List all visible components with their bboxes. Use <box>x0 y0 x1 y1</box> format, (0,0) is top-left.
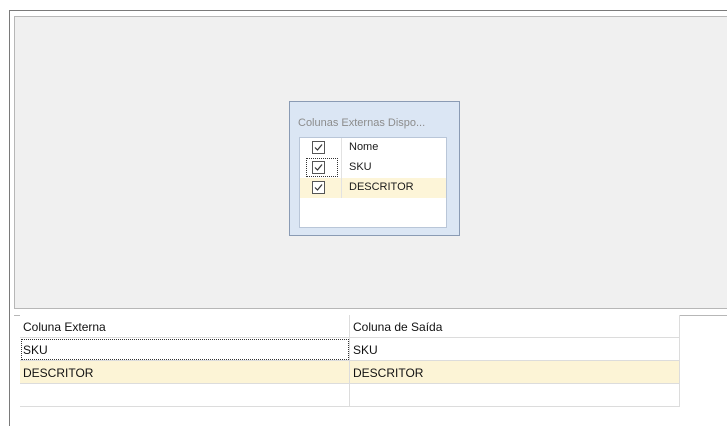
column-header-external[interactable]: Coluna Externa <box>20 315 350 338</box>
external-columns-window[interactable]: Colunas Externas Dispo... Nome SKU DESCR… <box>289 101 460 236</box>
list-item[interactable]: SKU <box>300 158 446 178</box>
list-header-label: Nome <box>349 141 379 153</box>
column-header-output[interactable]: Coluna de Saída <box>350 315 680 338</box>
columns-list[interactable]: Nome SKU DESCRITOR <box>299 137 447 228</box>
grid-header-row: Coluna Externa Coluna de Saída <box>20 315 680 338</box>
table-row[interactable]: SKU SKU <box>20 338 680 361</box>
mapping-grid[interactable]: Coluna Externa Coluna de Saída SKU SKU D… <box>20 315 680 426</box>
check-icon <box>314 164 323 171</box>
list-item[interactable]: DESCRITOR <box>300 178 446 198</box>
cell-output-column[interactable]: DESCRITOR <box>350 361 680 384</box>
select-all-checkbox[interactable] <box>312 141 325 154</box>
item-checkbox[interactable] <box>312 161 325 174</box>
list-header: Nome <box>300 138 446 158</box>
window-title: Colunas Externas Dispo... <box>298 117 426 129</box>
list-item-label: SKU <box>349 161 372 173</box>
cell-external-column[interactable]: DESCRITOR <box>20 361 350 384</box>
select-all-cell[interactable] <box>300 138 342 158</box>
table-row[interactable]: DESCRITOR DESCRITOR <box>20 361 680 384</box>
cell-external-column[interactable] <box>20 384 350 407</box>
cell-output-column[interactable]: SKU <box>350 338 680 361</box>
check-icon <box>314 184 323 191</box>
mapping-canvas[interactable]: Colunas Externas Dispo... Nome SKU DESCR… <box>14 16 727 309</box>
table-row-empty[interactable] <box>20 384 680 407</box>
cell-output-column[interactable] <box>350 384 680 407</box>
item-checkbox[interactable] <box>312 181 325 194</box>
check-icon <box>314 144 323 151</box>
list-item-label: DESCRITOR <box>349 181 414 193</box>
cell-external-column[interactable]: SKU <box>20 338 350 361</box>
